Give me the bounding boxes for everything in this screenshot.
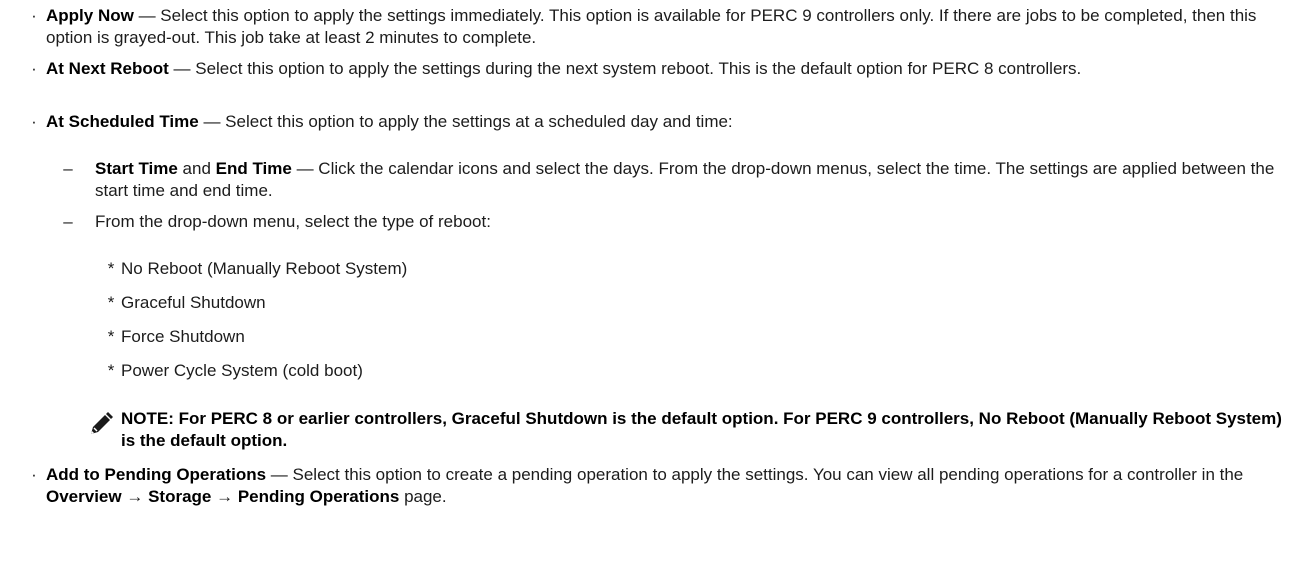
reboot-option-label: Force Shutdown: [121, 327, 245, 346]
reboot-option-label: Power Cycle System (cold boot): [121, 361, 363, 380]
path-arrow: →: [121, 487, 149, 506]
asterisk-marker: *: [107, 361, 115, 380]
option-title: At Next Reboot: [46, 59, 169, 78]
bullet-marker: ·: [31, 112, 37, 131]
bullet-marker: ·: [31, 59, 37, 78]
em-dash: —: [291, 159, 319, 178]
sub-item-text: From the drop-down menu, select the type…: [95, 212, 491, 231]
path-arrow: →: [211, 487, 238, 506]
path-pending-operations: Pending Operations: [237, 487, 400, 506]
dash-marker: –: [63, 159, 73, 178]
sub-item-text: Start Time and End Time — Click the cale…: [95, 158, 1287, 202]
reboot-option-label: No Reboot (Manually Reboot System): [121, 259, 408, 278]
note-text: NOTE: For PERC 8 or earlier controllers,…: [121, 409, 1282, 450]
option-description: Select this option to apply the settings…: [46, 6, 1257, 47]
start-time-label: Start Time: [95, 159, 178, 178]
option-description: Select this option to create a pending o…: [292, 465, 1244, 484]
em-dash: —: [168, 59, 196, 78]
option-title: Apply Now: [46, 6, 134, 25]
em-dash: —: [266, 465, 293, 484]
reboot-option-label: Graceful Shutdown: [121, 293, 266, 312]
dash-marker: –: [63, 212, 73, 231]
option-title: Add to Pending Operations: [46, 465, 267, 484]
path-overview: Overview: [46, 487, 122, 506]
path-storage: Storage: [148, 487, 212, 506]
em-dash: —: [198, 112, 226, 131]
list-item-text: Apply Now — Select this option to apply …: [46, 5, 1287, 49]
path-tail: page.: [399, 487, 447, 506]
bullet-marker: ·: [31, 465, 37, 484]
asterisk-marker: *: [107, 259, 115, 278]
document: · Apply Now — Select this option to appl…: [0, 0, 1295, 579]
list-item-text: At Scheduled Time — Select this option t…: [46, 111, 1287, 133]
option-description: Select this option to apply the settings…: [225, 112, 733, 131]
asterisk-marker: *: [107, 293, 115, 312]
bullet-marker: ·: [31, 6, 37, 25]
option-title: At Scheduled Time: [46, 112, 199, 131]
list-item-text: At Next Reboot — Select this option to a…: [46, 58, 1287, 80]
option-description: Select this option to apply the settings…: [195, 59, 1082, 78]
list-item-text: Add to Pending Operations — Select this …: [46, 464, 1287, 508]
asterisk-marker: *: [107, 327, 115, 346]
pencil-icon: [88, 411, 114, 437]
end-time-label: End Time: [215, 159, 292, 178]
joiner-text: and: [177, 159, 216, 178]
em-dash: —: [133, 6, 161, 25]
